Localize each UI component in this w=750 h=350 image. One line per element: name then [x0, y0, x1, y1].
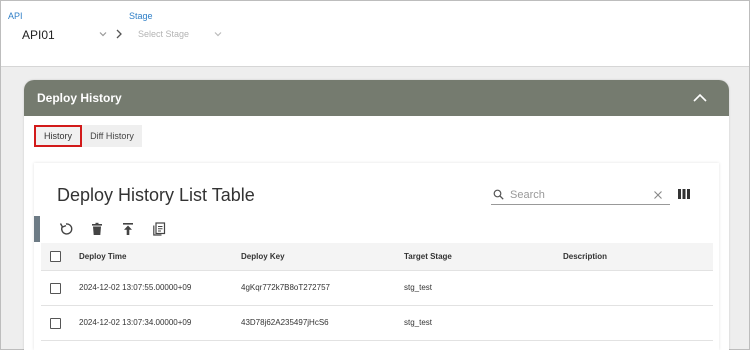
- copy-icon[interactable]: [152, 222, 166, 236]
- panel-title: Deploy History: [37, 91, 122, 105]
- chevron-up-icon[interactable]: [692, 90, 708, 106]
- deploy-time-cell: 2024-12-02 13:07:55.00000+09: [79, 283, 192, 292]
- search-box: [491, 185, 670, 205]
- chevron-down-icon[interactable]: [212, 28, 224, 40]
- stage-select[interactable]: Select Stage: [138, 29, 189, 39]
- deploy-key-cell: 43D78j62A235497jHcS6: [241, 318, 329, 327]
- panel-header: Deploy History: [24, 80, 729, 116]
- column-header-deploy-time[interactable]: Deploy Time: [79, 252, 126, 261]
- search-icon: [493, 189, 504, 200]
- row-checkbox[interactable]: [50, 283, 61, 294]
- column-header-description[interactable]: Description: [563, 252, 607, 261]
- select-all-checkbox[interactable]: [50, 251, 61, 262]
- chevron-right-icon: [116, 29, 122, 39]
- deploy-key-cell: 4gKqr772k7B8oT272757: [241, 283, 330, 292]
- card-accent: [34, 216, 40, 242]
- table-row[interactable]: 2024-12-02 13:07:55.00000+09 4gKqr772k7B…: [41, 271, 713, 306]
- tab-diff-history[interactable]: Diff History: [82, 125, 142, 147]
- table-header-row: Deploy Time Deploy Key Target Stage Desc…: [41, 243, 713, 271]
- search-input[interactable]: [510, 186, 645, 204]
- api-label: API: [8, 11, 23, 21]
- row-checkbox[interactable]: [50, 318, 61, 329]
- column-header-target-stage[interactable]: Target Stage: [404, 252, 452, 261]
- column-header-deploy-key[interactable]: Deploy Key: [241, 252, 285, 261]
- target-stage-cell: stg_test: [404, 283, 433, 292]
- stage-label: Stage: [129, 11, 153, 21]
- tab-history[interactable]: History: [34, 125, 82, 147]
- deploy-icon[interactable]: [121, 222, 135, 236]
- chevron-down-icon[interactable]: [97, 28, 109, 40]
- target-stage-cell: stg_test: [404, 318, 433, 327]
- close-icon[interactable]: [653, 190, 663, 200]
- table-title: Deploy History List Table: [57, 185, 255, 205]
- refresh-icon[interactable]: [59, 222, 73, 236]
- api-select[interactable]: API01: [22, 28, 55, 42]
- columns-icon[interactable]: [678, 189, 690, 199]
- table-row[interactable]: 2024-12-02 13:07:34.00000+09 43D78j62A23…: [41, 306, 713, 341]
- delete-icon[interactable]: [90, 222, 104, 236]
- deploy-history-table-card: Deploy History List Table Search Deploy …: [34, 163, 719, 350]
- api-stage-selector-bar: API API01 Stage Select Stage: [1, 1, 749, 67]
- deploy-history-panel: Deploy History History Diff History Depl…: [24, 80, 729, 350]
- deploy-time-cell: 2024-12-02 13:07:34.00000+09: [79, 318, 192, 327]
